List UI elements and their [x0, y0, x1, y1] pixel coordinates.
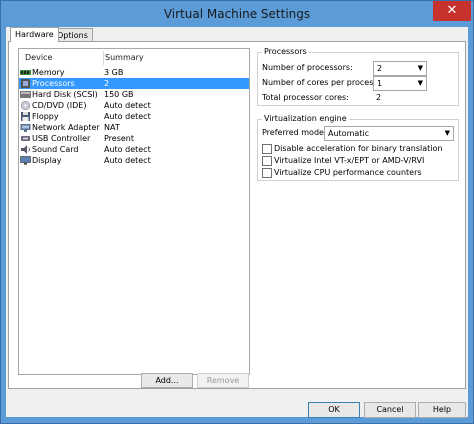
hard-disk-icon [20, 91, 31, 98]
preferred-mode-label: Preferred mode: [262, 128, 327, 137]
tab-hardware[interactable]: Hardware [10, 27, 59, 42]
preferred-mode-value: Automatic [328, 129, 370, 138]
device-name: Memory [32, 68, 65, 77]
device-name: USB Controller [32, 134, 91, 143]
title-bar[interactable]: Virtual Machine Settings ✕ [1, 1, 473, 27]
help-button[interactable]: Help [418, 402, 466, 418]
num-processors-value: 2 [377, 64, 383, 73]
device-row-floppy[interactable]: Floppy Auto detect [19, 111, 249, 122]
device-name: Sound Card [32, 145, 79, 154]
close-icon: ✕ [446, 3, 458, 18]
virtualize-perf-counters-checkbox[interactable] [262, 168, 272, 178]
processor-icon [21, 79, 30, 88]
device-name: Processors [32, 79, 75, 88]
device-summary: Auto detect [104, 101, 151, 110]
hardware-panel: Device Summary Memory 3 GB Processors 2 … [8, 41, 466, 389]
device-summary: NAT [104, 123, 120, 132]
chevron-down-icon: ▼ [417, 64, 423, 72]
device-name: Display [32, 156, 62, 165]
disable-acceleration-label[interactable]: Disable acceleration for binary translat… [274, 144, 442, 153]
total-cores-label: Total processor cores: [262, 93, 349, 102]
display-icon [20, 156, 31, 165]
cores-per-processor-value: 1 [377, 79, 383, 88]
summary-column-header[interactable]: Summary [105, 53, 144, 62]
column-separator [103, 51, 104, 65]
virtualization-engine-group-label: Virtualization engine [262, 114, 349, 123]
add-device-button[interactable]: Add... [141, 373, 193, 388]
cd-dvd-icon [20, 101, 31, 110]
device-row-display[interactable]: Display Auto detect [19, 155, 249, 166]
close-button[interactable]: ✕ [433, 1, 471, 21]
device-summary: Auto detect [104, 112, 151, 121]
device-summary: Auto detect [104, 145, 151, 154]
device-summary: Auto detect [104, 156, 151, 165]
virtualize-vtx-checkbox[interactable] [262, 156, 272, 166]
num-processors-select[interactable]: 2 ▼ [373, 61, 427, 76]
device-row-usb-controller[interactable]: USB Controller Present [19, 133, 249, 144]
remove-device-button[interactable]: Remove [197, 373, 249, 388]
device-name: Network Adapter [32, 123, 100, 132]
device-name: CD/DVD (IDE) [32, 101, 87, 110]
device-summary: 3 GB [104, 68, 124, 77]
num-processors-label: Number of processors: [262, 63, 353, 72]
window-frame: Virtual Machine Settings ✕ Hardware Opti… [0, 0, 474, 424]
virtualization-engine-group: Virtualization engine Preferred mode: Au… [257, 114, 459, 181]
usb-icon [21, 136, 30, 141]
device-summary: Present [104, 134, 135, 143]
window-title: Virtual Machine Settings [163, 7, 311, 21]
device-row-memory[interactable]: Memory 3 GB [19, 67, 249, 78]
device-row-processors[interactable]: Processors 2 [19, 78, 249, 89]
device-name: Hard Disk (SCSI) [32, 90, 98, 99]
total-cores-value: 2 [376, 93, 382, 102]
cores-per-processor-select[interactable]: 1 ▼ [373, 76, 427, 91]
cancel-button[interactable]: Cancel [364, 402, 416, 418]
processors-group: Processors Number of processors: 2 ▼ Num… [257, 47, 459, 106]
virtualize-perf-counters-label[interactable]: Virtualize CPU performance counters [274, 168, 422, 177]
device-row-cd-dvd[interactable]: CD/DVD (IDE) Auto detect [19, 100, 249, 111]
device-row-network-adapter[interactable]: Network Adapter NAT [19, 122, 249, 133]
cores-per-processor-label: Number of cores per processor: [262, 78, 389, 87]
chevron-down-icon: ▼ [444, 129, 450, 137]
device-column-header[interactable]: Device [25, 53, 52, 62]
sound-card-icon [21, 145, 30, 154]
ok-button[interactable]: OK [308, 402, 360, 418]
virtualize-vtx-label[interactable]: Virtualize Intel VT-x/EPT or AMD-V/RVI [274, 156, 424, 165]
device-list[interactable]: Device Summary Memory 3 GB Processors 2 … [18, 48, 250, 375]
device-row-hard-disk[interactable]: Hard Disk (SCSI) 150 GB [19, 89, 249, 100]
device-name: Floppy [32, 112, 59, 121]
network-adapter-icon [20, 124, 31, 132]
preferred-mode-select[interactable]: Automatic ▼ [324, 126, 454, 141]
disable-acceleration-checkbox[interactable] [262, 144, 272, 154]
device-summary: 150 GB [104, 90, 134, 99]
floppy-icon [21, 112, 30, 121]
processors-group-label: Processors [262, 47, 309, 56]
memory-icon [20, 70, 31, 75]
device-summary: 2 [104, 79, 110, 88]
device-row-sound-card[interactable]: Sound Card Auto detect [19, 144, 249, 155]
dialog-client: Hardware Options Device Summary Memory 3… [6, 27, 468, 418]
chevron-down-icon: ▼ [417, 79, 423, 87]
